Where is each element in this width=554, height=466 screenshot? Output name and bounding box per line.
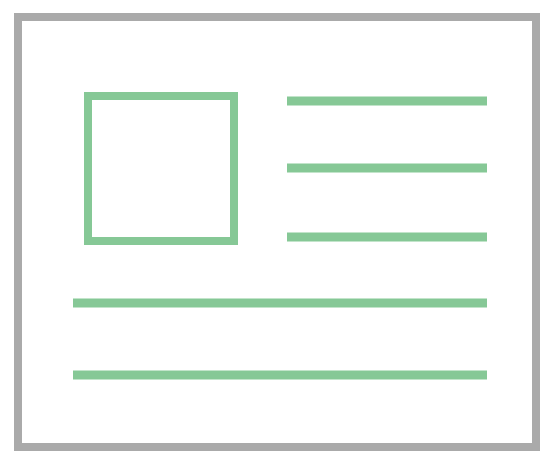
article-card-icon-graphic — [14, 13, 540, 451]
card-frame — [14, 13, 540, 451]
article-card-icon — [0, 0, 554, 466]
